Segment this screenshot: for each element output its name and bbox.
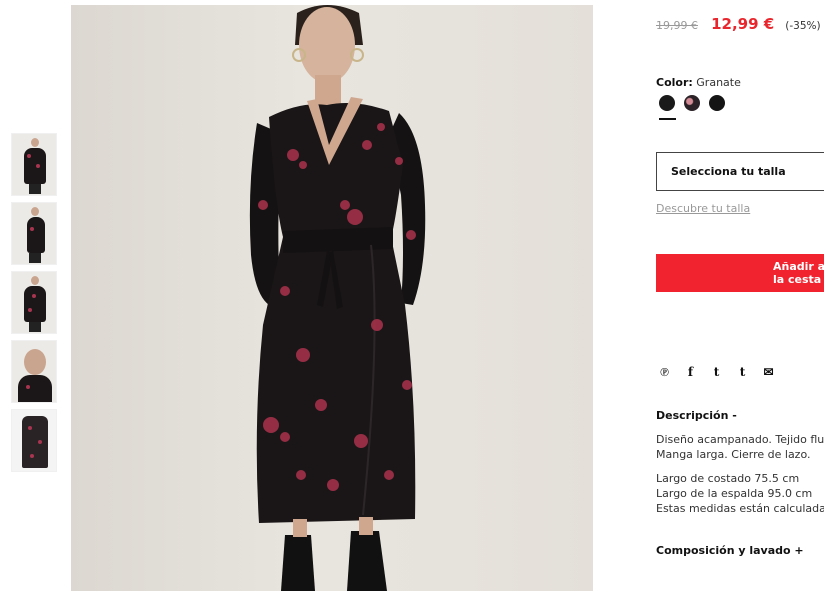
color-swatch-black-2[interactable] xyxy=(709,95,725,111)
size-select[interactable]: Selecciona tu talla xyxy=(656,152,824,191)
color-value: Granate xyxy=(696,76,741,89)
thumbnail-5[interactable] xyxy=(11,409,57,472)
thumbnail-1[interactable] xyxy=(11,133,57,196)
description-heading[interactable]: Descripción - xyxy=(656,409,737,422)
description-line-5: Estas medidas están calculadas xyxy=(656,502,824,515)
composition-heading[interactable]: Composición y lavado + xyxy=(656,544,804,557)
color-swatch-black[interactable] xyxy=(659,95,675,111)
color-swatch-floral[interactable] xyxy=(684,95,700,111)
share-icons: ℗ f t t ✉ xyxy=(656,364,777,380)
add-to-cart-button[interactable]: Añadir a la cesta xyxy=(656,254,824,292)
description-line-4: Largo de la espalda 95.0 cm xyxy=(656,487,813,500)
thumbnail-4[interactable] xyxy=(11,340,57,403)
color-swatches xyxy=(659,95,725,111)
model-illustration xyxy=(249,5,426,591)
main-product-image[interactable] xyxy=(71,5,593,591)
email-icon[interactable]: ✉ xyxy=(760,364,777,380)
thumbnail-gallery xyxy=(11,133,57,478)
description-line-2: Manga larga. Cierre de lazo. xyxy=(656,448,811,461)
sale-price: 12,99 € xyxy=(711,15,775,33)
thumbnail-2[interactable] xyxy=(11,202,57,265)
description-line-1: Diseño acampanado. Tejido fluido xyxy=(656,433,824,446)
selected-swatch-indicator xyxy=(659,118,676,120)
thumbnail-3[interactable] xyxy=(11,271,57,334)
color-label-row: Color: Granate xyxy=(656,76,741,89)
tumblr-icon[interactable]: t xyxy=(734,364,751,380)
twitter-icon[interactable]: t xyxy=(708,364,725,380)
description-line-3: Largo de costado 75.5 cm xyxy=(656,472,800,485)
pinterest-icon[interactable]: ℗ xyxy=(656,364,673,380)
original-price: 19,99 € xyxy=(656,19,698,32)
price-row: 19,99 € 12,99 € (-35%) xyxy=(656,14,821,33)
product-page: 19,99 € 12,99 € (-35%) Color: Granate Se… xyxy=(0,0,824,591)
color-label: Color: xyxy=(656,76,693,89)
size-guide-link[interactable]: Descubre tu talla xyxy=(656,202,750,215)
discount-badge: (-35%) xyxy=(785,20,821,32)
facebook-icon[interactable]: f xyxy=(682,364,699,380)
